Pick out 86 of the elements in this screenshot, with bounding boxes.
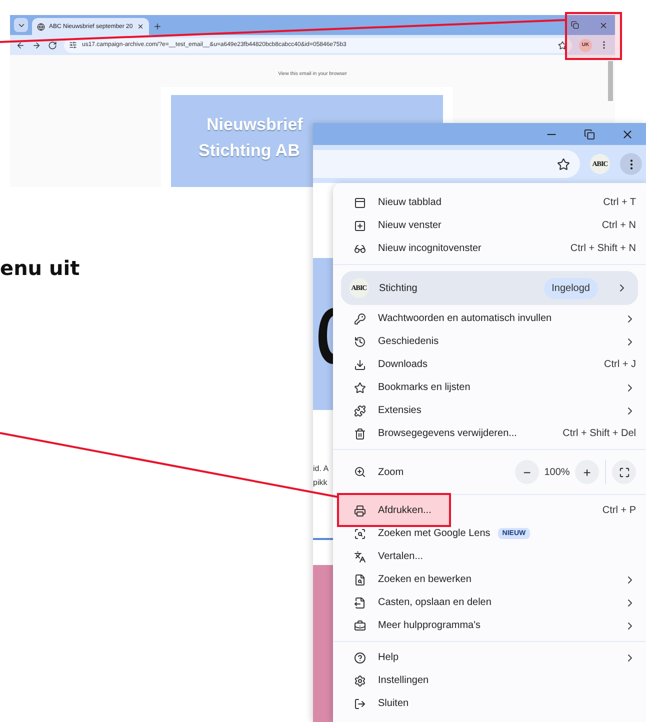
lens-icon (353, 528, 367, 540)
close-icon[interactable] (136, 23, 144, 30)
menu-item-label: Browsegegevens verwijderen... (378, 428, 517, 439)
site-settings-icon[interactable] (69, 41, 77, 49)
menu-item-label: Sluiten (378, 698, 409, 709)
back-icon[interactable] (16, 40, 25, 50)
menu-item-label: Geschiedenis (378, 336, 439, 347)
menu-item[interactable]: Sluiten (333, 692, 646, 715)
menu-item-label: Help (378, 652, 399, 663)
zoom-icon (353, 466, 367, 478)
download-icon (353, 358, 367, 370)
shortcut-text: Ctrl + T (603, 197, 636, 208)
instruction-text: enu uit (0, 256, 80, 280)
help-icon (353, 652, 367, 664)
menu-item[interactable]: Vertalen... (333, 545, 646, 568)
shortcut-text: Ctrl + Shift + N (570, 243, 636, 254)
shortcut-text: Ctrl + J (604, 359, 636, 370)
menu-item-label: Zoeken met Google Lens (378, 528, 490, 539)
page-text: id. A (313, 463, 330, 475)
status-badge: Ingelogd (544, 278, 598, 298)
menu-item[interactable]: Wachtwoorden en automatisch invullen (333, 307, 646, 330)
menu-item-label: Zoeken en bewerken (378, 574, 472, 585)
menu-item-label: Extensies (378, 405, 422, 416)
menu-item[interactable]: Instellingen (333, 669, 646, 692)
translate-icon (353, 550, 367, 562)
menu-item-label: Bookmarks en lijsten (378, 382, 470, 393)
menu-item[interactable]: Downloads Ctrl + J (333, 353, 646, 376)
forward-icon[interactable] (32, 40, 41, 50)
star-icon (353, 382, 367, 394)
toolbox-icon (353, 620, 367, 632)
puzzle-icon (353, 404, 367, 416)
menu-item[interactable]: Afdrukken... Ctrl + P (333, 499, 646, 522)
history-icon (353, 336, 367, 348)
menu-item[interactable]: Casten, opslaan en delen (333, 591, 646, 614)
star-icon[interactable] (558, 40, 567, 50)
zoom-in-button[interactable]: + (575, 460, 599, 484)
menu-button[interactable] (620, 153, 642, 175)
printer-icon (353, 504, 367, 516)
star-icon[interactable] (557, 158, 570, 170)
zoom-value: 100% (543, 466, 571, 478)
globe-icon (37, 22, 45, 30)
menu-item[interactable]: Browsegegevens verwijderen... Ctrl + Shift + Del (333, 422, 646, 445)
menu-item[interactable]: Help (333, 646, 646, 669)
menu-item-label: Nieuw incognitovenster (378, 243, 482, 254)
settings-icon (353, 674, 367, 686)
menu-item-label: Downloads (378, 359, 428, 370)
menu-item-label: Zoom (378, 466, 404, 478)
glasses-icon (353, 242, 367, 254)
document-export-icon (353, 596, 367, 608)
shortcut-text: Ctrl + N (602, 220, 636, 231)
exit-icon (353, 698, 367, 710)
tab-list-button[interactable] (14, 18, 28, 32)
menu-item[interactable]: Geschiedenis (333, 330, 646, 353)
menu-item[interactable]: Meer hulpprogramma's (333, 614, 646, 637)
menu-item-label: Wachtwoorden en automatisch invullen (378, 313, 552, 324)
tab-icon (353, 196, 367, 208)
menu-item[interactable]: Nieuw tabblad Ctrl + T (333, 191, 646, 214)
zoom-out-button[interactable]: − (515, 460, 539, 484)
annotation-box (565, 12, 622, 60)
menu-item[interactable]: Zoeken en bewerken (333, 568, 646, 591)
shortcut-text: Ctrl + P (602, 505, 636, 516)
new-window-icon (353, 220, 367, 232)
scrollbar (608, 61, 613, 101)
menu-item-label: Afdrukken... (378, 505, 432, 516)
menu-item[interactable]: Bookmarks en lijsten (333, 376, 646, 399)
menu-item-label: Vertalen... (378, 551, 424, 562)
fullscreen-button[interactable] (612, 460, 636, 484)
trash-icon (353, 428, 367, 440)
menu-item[interactable]: Nieuw venster Ctrl + N (333, 214, 646, 237)
menu-item-label: Nieuw venster (378, 220, 442, 231)
key-icon (353, 312, 367, 324)
banner-title: Nieuwsbrief (206, 115, 303, 135)
menu-item-label: Meer hulpprogramma's (378, 620, 481, 631)
menu-item-label: Casten, opslaan en delen (378, 597, 492, 608)
reload-icon[interactable] (48, 40, 57, 50)
new-tab-icon[interactable] (152, 22, 162, 31)
page-text: pikk (313, 477, 328, 489)
menu-item-label: Nieuw tabblad (378, 197, 442, 208)
menu-item-label: Instellingen (378, 675, 429, 686)
fullscreen-icon (618, 466, 630, 478)
menu-item[interactable]: Extensies (333, 399, 646, 422)
menu-item[interactable]: Nieuw incognitovenster Ctrl + Shift + N (333, 237, 646, 260)
document-search-icon (353, 574, 367, 586)
banner-title: Stichting AB (198, 141, 300, 161)
shortcut-text: Ctrl + Shift + Del (562, 428, 636, 439)
menu-item-label: Stichting (379, 282, 418, 294)
